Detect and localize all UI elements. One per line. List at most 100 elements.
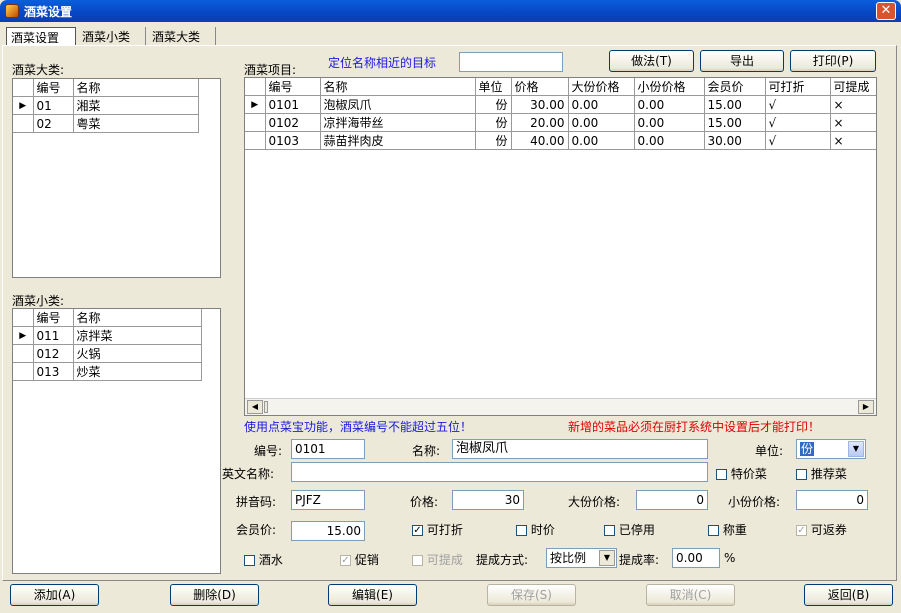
tab-minor-category[interactable]: 酒菜小类 <box>78 27 146 46</box>
check-icon: ✓ <box>796 525 807 536</box>
delete-button[interactable]: 删除(D) <box>170 584 259 606</box>
items-grid[interactable]: 编号 名称 单位 价格 大份价格 小份价格 会员价 可打折 可提成 ▶ 0101… <box>244 77 877 416</box>
method-button[interactable]: 做法(T) <box>609 50 694 72</box>
coupon-checkbox[interactable]: ✓ 可返券 <box>796 521 847 538</box>
cell-code: 02 <box>33 114 74 133</box>
pinyin-input[interactable]: PJFZ <box>291 490 365 510</box>
cell-small-price: 0.00 <box>634 113 705 132</box>
checkbox-label: 已停用 <box>618 523 655 537</box>
special-dish-checkbox[interactable]: 特价菜 <box>716 465 767 482</box>
cancel-button[interactable]: 取消(C) <box>646 584 735 606</box>
commission-checkbox[interactable]: 可提成 <box>412 551 463 568</box>
table-row[interactable]: 012 火锅 <box>13 344 202 363</box>
recommended-dish-checkbox[interactable]: 推荐菜 <box>796 465 847 482</box>
cell-price: 20.00 <box>511 113 569 132</box>
small-price-input[interactable]: 0 <box>796 490 868 510</box>
commission-rate-input[interactable]: 0.00 <box>672 548 720 568</box>
drink-checkbox[interactable]: 酒水 <box>244 551 283 568</box>
table-row[interactable]: ▶ 01 湘菜 <box>13 96 199 115</box>
unit-value: 份 <box>800 442 815 456</box>
checkbox-box <box>796 469 807 480</box>
edit-button[interactable]: 编辑(E) <box>328 584 417 606</box>
cell-name: 粤菜 <box>73 114 199 133</box>
large-price-input[interactable]: 0 <box>636 490 708 510</box>
col-header-name: 名称 <box>320 78 476 96</box>
cell-code: 0101 <box>265 95 321 114</box>
cell-large-price: 0.00 <box>568 131 635 150</box>
code-input[interactable]: 0101 <box>291 439 365 459</box>
cell-discount: √ <box>765 95 831 114</box>
tab-dish-settings[interactable]: 酒菜设置 <box>6 27 76 46</box>
table-row[interactable]: 0103 蒜苗拌肉皮 份 40.00 0.00 0.00 30.00 √ × <box>245 131 876 150</box>
scroll-left-icon[interactable]: ◀ <box>247 400 263 414</box>
commission-method-value: 按比例 <box>550 551 587 565</box>
cell-unit: 份 <box>475 131 512 150</box>
back-button[interactable]: 返回(B) <box>804 584 893 606</box>
english-name-label: 英文名称: <box>222 467 275 481</box>
cell-large-price: 0.00 <box>568 113 635 132</box>
table-row[interactable]: ▶ 0101 泡椒凤爪 份 30.00 0.00 0.00 15.00 √ × <box>245 95 876 114</box>
table-row[interactable]: 02 粤菜 <box>13 114 199 133</box>
row-pointer-icon: ▶ <box>13 96 34 115</box>
export-button[interactable]: 导出 <box>700 50 784 72</box>
tab-label: 酒菜小类 <box>82 30 131 44</box>
table-row[interactable]: 0102 凉拌海带丝 份 20.00 0.00 0.00 15.00 √ × <box>245 113 876 132</box>
checkbox-label: 称重 <box>722 523 747 537</box>
minor-category-grid[interactable]: 编号 名称 ▶ 011 凉拌菜 012 火锅 013 炒菜 <box>12 308 221 574</box>
close-button[interactable]: ✕ <box>876 2 896 20</box>
cell-price: 40.00 <box>511 131 569 150</box>
member-price-label: 会员价: <box>236 523 277 537</box>
checkbox-label: 促销 <box>354 553 379 567</box>
english-name-input[interactable] <box>291 462 708 482</box>
col-header-small-price: 小份价格 <box>634 78 705 96</box>
major-category-grid[interactable]: 编号 名称 ▶ 01 湘菜 02 粤菜 <box>12 78 221 278</box>
checkbox-box <box>516 525 527 536</box>
tab-major-category[interactable]: 酒菜大类 <box>148 27 216 46</box>
cell-name: 泡椒凤爪 <box>320 95 476 114</box>
cell-name: 湘菜 <box>73 96 199 115</box>
checkbox-label: 特价菜 <box>730 467 767 481</box>
col-header-member-price: 会员价 <box>704 78 766 96</box>
table-row[interactable]: 013 炒菜 <box>13 362 202 381</box>
cell-unit: 份 <box>475 113 512 132</box>
cell-name: 蒜苗拌肉皮 <box>320 131 476 150</box>
locate-input[interactable] <box>459 52 563 72</box>
col-header-unit: 单位 <box>475 78 512 96</box>
commission-method-select[interactable]: 按比例 ▼ <box>546 548 617 568</box>
col-header-code: 编号 <box>33 79 74 97</box>
price-input[interactable]: 30 <box>452 490 524 510</box>
cell-small-price: 0.00 <box>634 95 705 114</box>
promotion-checkbox[interactable]: ✓ 促销 <box>340 551 379 568</box>
weigh-checkbox[interactable]: 称重 <box>708 521 747 538</box>
name-input[interactable]: 泡椒凤爪 <box>452 439 708 459</box>
note-code-length: 使用点菜宝功能，酒菜编号不能超过五位！ <box>244 420 473 434</box>
pinyin-label: 拼音码: <box>236 495 277 509</box>
discount-checkbox[interactable]: ✓ 可打折 <box>412 521 463 538</box>
col-header-discount: 可打折 <box>765 78 831 96</box>
horizontal-scrollbar[interactable]: ◀ ▶ <box>245 398 876 415</box>
col-header-name: 名称 <box>73 79 199 97</box>
check-icon: ✓ <box>340 555 351 566</box>
member-price-input[interactable]: 15.00 <box>291 521 365 541</box>
cell-discount: √ <box>765 131 831 150</box>
scroll-thumb[interactable] <box>264 401 268 413</box>
code-label: 编号: <box>254 444 283 458</box>
print-button[interactable]: 打印(P) <box>790 50 876 72</box>
add-button[interactable]: 添加(A) <box>10 584 99 606</box>
tab-label: 酒菜设置 <box>11 31 60 45</box>
cell-code: 012 <box>33 344 74 363</box>
price-label: 价格: <box>410 495 439 509</box>
scroll-right-icon[interactable]: ▶ <box>858 400 874 414</box>
chevron-down-icon[interactable]: ▼ <box>848 441 864 457</box>
commission-method-label: 提成方式: <box>476 553 529 567</box>
unit-select[interactable]: 份 ▼ <box>796 439 866 459</box>
items-label: 酒菜项目: <box>244 63 297 77</box>
cell-commission: × <box>830 131 876 150</box>
seasonal-price-checkbox[interactable]: 时价 <box>516 521 555 538</box>
cell-name: 凉拌海带丝 <box>320 113 476 132</box>
chevron-down-icon[interactable]: ▼ <box>599 550 615 566</box>
checkbox-label: 可打折 <box>426 523 463 537</box>
save-button[interactable]: 保存(S) <box>487 584 576 606</box>
disabled-checkbox[interactable]: 已停用 <box>604 521 655 538</box>
table-row[interactable]: ▶ 011 凉拌菜 <box>13 326 202 345</box>
